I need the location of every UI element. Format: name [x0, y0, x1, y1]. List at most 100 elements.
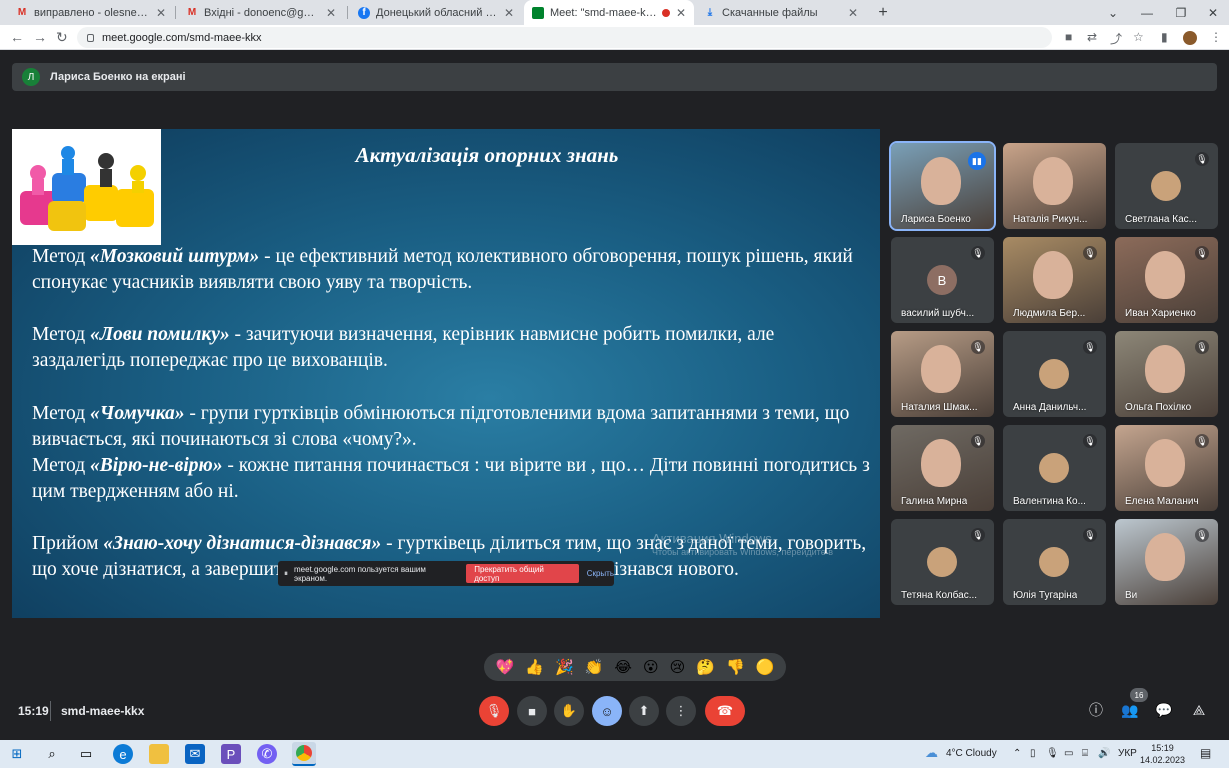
tab-downloads[interactable]: ⤓ Скачанные файлы ✕ [696, 0, 866, 25]
hide-notice-button[interactable]: Скрыть [587, 569, 614, 578]
volume-icon[interactable]: 🔊 [1098, 748, 1110, 759]
participant-video-frame [1145, 533, 1185, 581]
reaction-sad[interactable]: 😢 [670, 658, 686, 676]
tab-meet[interactable]: Meet: "smd-maee-kkx" ✕ [524, 0, 694, 25]
share-icon[interactable]: ⤴ [1110, 30, 1122, 47]
tab-search-icon[interactable]: ⌄ [1096, 0, 1130, 25]
tray-chevron-icon[interactable]: ⌃ [1013, 748, 1021, 759]
activities-icon[interactable]: ⟁ [1190, 701, 1208, 719]
task-view-icon[interactable]: ▭ [76, 744, 96, 764]
participant-tile[interactable]: ▮▮ Лариса Боенко [889, 141, 996, 231]
edge-icon[interactable]: e [113, 744, 133, 764]
camera-in-use-icon[interactable]: ■ [1065, 30, 1072, 44]
participant-tile[interactable]: 🎙 Юлія Тугаріна [1003, 519, 1106, 605]
close-tab-icon[interactable]: ✕ [504, 6, 514, 20]
tab-title: виправлено - olesnevich88a@gma [34, 6, 150, 19]
participant-tile[interactable]: 🎙 Светлана Кас... [1115, 143, 1218, 229]
reaction-laugh[interactable]: 😂 [614, 658, 632, 676]
tab-facebook[interactable]: f Донецький обласний еколого-н ✕ [350, 0, 522, 25]
participant-tile[interactable]: В 🎙 василий шубч... [891, 237, 994, 323]
mail-icon[interactable]: ✉ [185, 744, 205, 764]
drag-handle-icon[interactable]: ⏸ [284, 569, 288, 579]
participant-tile[interactable]: Наталія Рикун... [1003, 143, 1106, 229]
meeting-details-icon[interactable]: ⓘ [1087, 701, 1105, 719]
participant-tile[interactable]: 🎙 Галина Мирна [891, 425, 994, 511]
reload-icon[interactable]: ↻ [56, 29, 68, 46]
participant-name: Наталія Рикун... [1013, 214, 1088, 225]
close-tab-icon[interactable]: ✕ [326, 6, 336, 20]
mic-muted-icon: 🎙 [1195, 246, 1209, 260]
tray-app-icon[interactable]: ▯ [1030, 748, 1036, 759]
close-tab-icon[interactable]: ✕ [848, 6, 858, 20]
participant-tile[interactable]: 🎙 Ви [1115, 519, 1218, 605]
bookmark-star-icon[interactable]: ☆ [1133, 30, 1144, 44]
new-tab-button[interactable]: + [866, 0, 900, 25]
reaction-thumbs-up[interactable]: 👍 [525, 658, 544, 676]
side-panel-icon[interactable]: ▮ [1161, 30, 1168, 44]
people-icon[interactable]: 👥 [1121, 701, 1139, 719]
mic-muted-icon: 🎙 [1195, 528, 1209, 542]
file-explorer-icon[interactable] [149, 744, 169, 764]
minimize-button[interactable]: — [1130, 0, 1164, 25]
network-icon[interactable]: ⌸ [1082, 748, 1088, 759]
paragraph-prefix: Метод [32, 455, 90, 476]
more-vert-icon: ⋮ [674, 703, 688, 718]
participant-tile[interactable]: 🎙 Валентина Ко... [1003, 425, 1106, 511]
paragraph-prefix: Прийом [32, 533, 104, 554]
profile-avatar[interactable] [1183, 31, 1197, 45]
participant-tile[interactable]: 🎙 Наталия Шмак... [891, 331, 994, 417]
system-clock[interactable]: 15:19 14.02.2023 [1140, 742, 1185, 766]
search-icon[interactable]: ⌕ [42, 744, 62, 764]
chat-icon[interactable]: 💬 [1155, 701, 1173, 719]
camera-button[interactable]: ■ [517, 696, 547, 726]
leave-call-button[interactable]: ☎ [705, 696, 745, 726]
reaction-surprised[interactable]: 😮 [643, 658, 659, 676]
stop-sharing-button[interactable]: Прекратить общий доступ [466, 564, 579, 583]
raise-hand-button[interactable]: ✋ [554, 696, 584, 726]
reaction-clap[interactable]: 👏 [585, 658, 604, 676]
close-tab-icon[interactable]: ✕ [676, 6, 686, 20]
chrome-icon[interactable] [292, 742, 316, 766]
mic-muted-icon: 🎙 [971, 528, 985, 542]
participant-tile[interactable]: 🎙 Иван Хариенко [1115, 237, 1218, 323]
camera-icon: ■ [528, 703, 536, 719]
notifications-icon[interactable]: ▤ [1200, 746, 1211, 760]
participant-tile[interactable]: 🎙 Елена Маланич [1115, 425, 1218, 511]
shared-screen: Актуалізація опорних знань Метод «Мозков… [12, 129, 880, 618]
weather-text[interactable]: 4°C Cloudy [946, 748, 997, 759]
participant-tile[interactable]: 🎙 Тетяна Колбас... [891, 519, 994, 605]
language-indicator[interactable]: УКР [1118, 748, 1137, 759]
app-p-icon[interactable]: P [221, 744, 241, 764]
participant-video-frame [921, 439, 961, 487]
url-bar[interactable]: meet.google.com/smd-maee-kkx [77, 27, 1052, 48]
back-icon[interactable]: ← [10, 29, 24, 45]
participant-tile[interactable]: 🎙 Людмила Бер... [1003, 237, 1106, 323]
present-screen-button[interactable]: ⬆ [629, 696, 659, 726]
viber-icon[interactable]: ✆ [257, 744, 277, 764]
method-name: «Вірю-не-вірю» [90, 455, 223, 476]
reaction-heart[interactable]: 💖 [496, 658, 515, 676]
meeting-clock: 15:19 [18, 704, 49, 718]
battery-icon[interactable]: ▭ [1064, 748, 1073, 759]
reaction-thumbs-down[interactable]: 👎 [726, 658, 745, 676]
mic-off-button[interactable]: 🎙 [479, 696, 509, 726]
close-window-button[interactable]: ✕ [1196, 0, 1229, 25]
close-tab-icon[interactable]: ✕ [156, 6, 166, 20]
participant-tile[interactable]: 🎙 Анна Данильч... [1003, 331, 1106, 417]
participant-name: Елена Маланич [1125, 496, 1199, 507]
windows-start-icon[interactable]: ⊞ [7, 744, 27, 764]
tab-gmail-2[interactable]: M Вхідні - donoenc@gmail.com - G ✕ [178, 0, 344, 25]
reaction-thinking[interactable]: 🤔 [696, 658, 715, 676]
tab-gmail-1[interactable]: M виправлено - olesnevich88a@gma ✕ [8, 0, 174, 25]
more-options-button[interactable]: ⋮ [666, 696, 696, 726]
reaction-skin-tone[interactable]: 🟡 [756, 658, 775, 676]
tab-title: Вхідні - donoenc@gmail.com - G [204, 6, 320, 19]
emoji-reactions-button[interactable]: ☺ [592, 696, 622, 726]
participant-tile[interactable]: 🎙 Ольга Похілко [1115, 331, 1218, 417]
forward-icon[interactable]: → [33, 29, 47, 45]
restore-button[interactable]: ❐ [1164, 0, 1198, 25]
translate-icon[interactable]: ⇄ [1087, 30, 1097, 44]
reaction-party[interactable]: 🎉 [555, 658, 574, 676]
tray-mic-icon[interactable]: 🎙 [1046, 748, 1059, 759]
menu-kebab-icon[interactable]: ⋮ [1210, 30, 1222, 44]
